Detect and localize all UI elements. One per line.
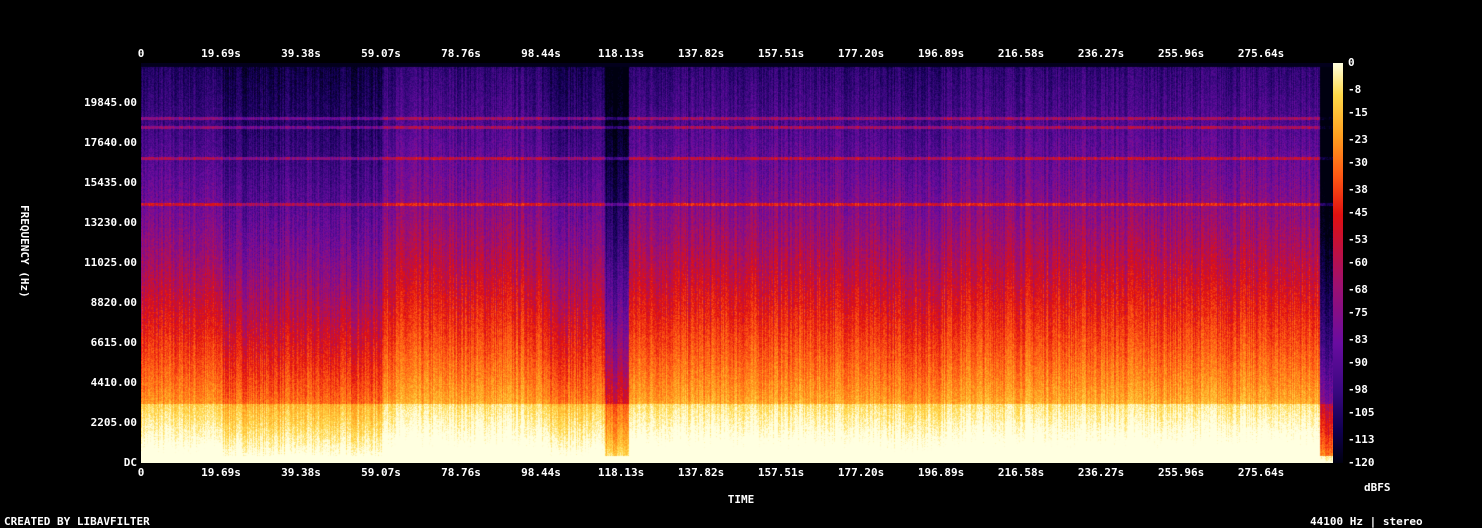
x-tick-label-top: 78.76s xyxy=(441,47,481,60)
x-tick-label-top: 177.20s xyxy=(837,47,885,60)
y-tick-label: 19845.00 xyxy=(84,96,137,109)
y-tick-label: 15435.00 xyxy=(84,176,137,189)
x-tick-label-top: 216.58s xyxy=(997,47,1045,60)
y-tick-label: 6615.00 xyxy=(90,336,137,349)
colorbar-tick-label: -113 xyxy=(1348,432,1375,446)
spectrogram-plot xyxy=(141,63,1341,463)
y-tick-label: 13230.00 xyxy=(84,216,137,229)
x-tick-label: 196.89s xyxy=(917,466,965,479)
x-tick-label-top: 196.89s xyxy=(917,47,965,60)
x-tick-label-top: 236.27s xyxy=(1077,47,1125,60)
x-tick-label: 98.44s xyxy=(521,466,561,479)
colorbar-unit-label: dBFS xyxy=(1364,481,1391,494)
colorbar-tick-label: -60 xyxy=(1348,256,1368,269)
x-tick-label-top: 255.96s xyxy=(1157,47,1205,60)
y-axis-label: FREQUENCY (Hz) xyxy=(17,205,31,345)
x-tick-label-top: 0 xyxy=(137,47,145,60)
x-tick-label: 157.51s xyxy=(757,466,805,479)
colorbar-tick-label: -23 xyxy=(1348,132,1368,146)
format-info-text: 44100 Hz | stereo xyxy=(1310,515,1423,528)
x-tick-label-top: 98.44s xyxy=(521,47,561,60)
x-tick-label-top: 59.07s xyxy=(361,47,401,60)
x-tick-label: 78.76s xyxy=(441,466,481,479)
x-tick-label: 137.82s xyxy=(677,466,725,479)
colorbar-tick-label: -45 xyxy=(1348,206,1368,219)
colorbar-tick-label: -68 xyxy=(1348,282,1368,296)
x-tick-label: 59.07s xyxy=(361,466,401,479)
x-tick-label-top: 157.51s xyxy=(757,47,805,60)
x-tick-label: 236.27s xyxy=(1077,466,1125,479)
x-tick-label: 177.20s xyxy=(837,466,885,479)
y-tick-label: 11025.00 xyxy=(84,256,137,269)
colorbar-tick-label: -98 xyxy=(1348,382,1368,396)
colorbar-tick-label: -30 xyxy=(1348,156,1368,169)
colorbar-tick-label: -105 xyxy=(1348,406,1375,419)
colorbar-tick-label: -8 xyxy=(1348,82,1362,96)
x-axis-label: TIME xyxy=(727,493,755,506)
x-tick-label-top: 137.82s xyxy=(677,47,725,60)
x-tick-label: 255.96s xyxy=(1157,466,1205,479)
y-axis-label-text: FREQUENCY (Hz) xyxy=(18,205,31,298)
y-tick-label: DC xyxy=(123,456,137,469)
created-by-text: CREATED BY LIBAVFILTER xyxy=(4,515,150,528)
x-tick-label: 216.58s xyxy=(997,466,1045,479)
x-tick-label: 39.38s xyxy=(281,466,321,479)
x-tick-label: 118.13s xyxy=(597,466,645,479)
colorbar-tick-label: -53 xyxy=(1348,232,1368,246)
x-tick-label-top: 275.64s xyxy=(1237,47,1285,60)
x-tick-label: 275.64s xyxy=(1237,466,1285,479)
colorbar-tick-label: -15 xyxy=(1348,106,1368,119)
x-tick-label: 19.69s xyxy=(201,466,241,479)
y-tick-label: 4410.00 xyxy=(90,376,137,389)
colorbar-tick-label: -75 xyxy=(1348,306,1368,319)
x-tick-label-top: 118.13s xyxy=(597,47,645,60)
x-tick-label-top: 39.38s xyxy=(281,47,321,60)
colorbar xyxy=(1333,63,1343,463)
colorbar-tick-label: -90 xyxy=(1348,356,1368,369)
y-tick-label: 17640.00 xyxy=(84,136,137,149)
y-tick-label: 2205.00 xyxy=(90,416,137,429)
y-tick-label: 8820.00 xyxy=(90,296,137,309)
colorbar-tick-label: -83 xyxy=(1348,332,1368,346)
colorbar-tick-label: -38 xyxy=(1348,182,1368,196)
colorbar-tick-label: 0 xyxy=(1348,56,1355,69)
x-tick-label-top: 19.69s xyxy=(201,47,241,60)
x-tick-label: 0 xyxy=(137,466,145,479)
colorbar-tick-label: -120 xyxy=(1348,456,1375,469)
